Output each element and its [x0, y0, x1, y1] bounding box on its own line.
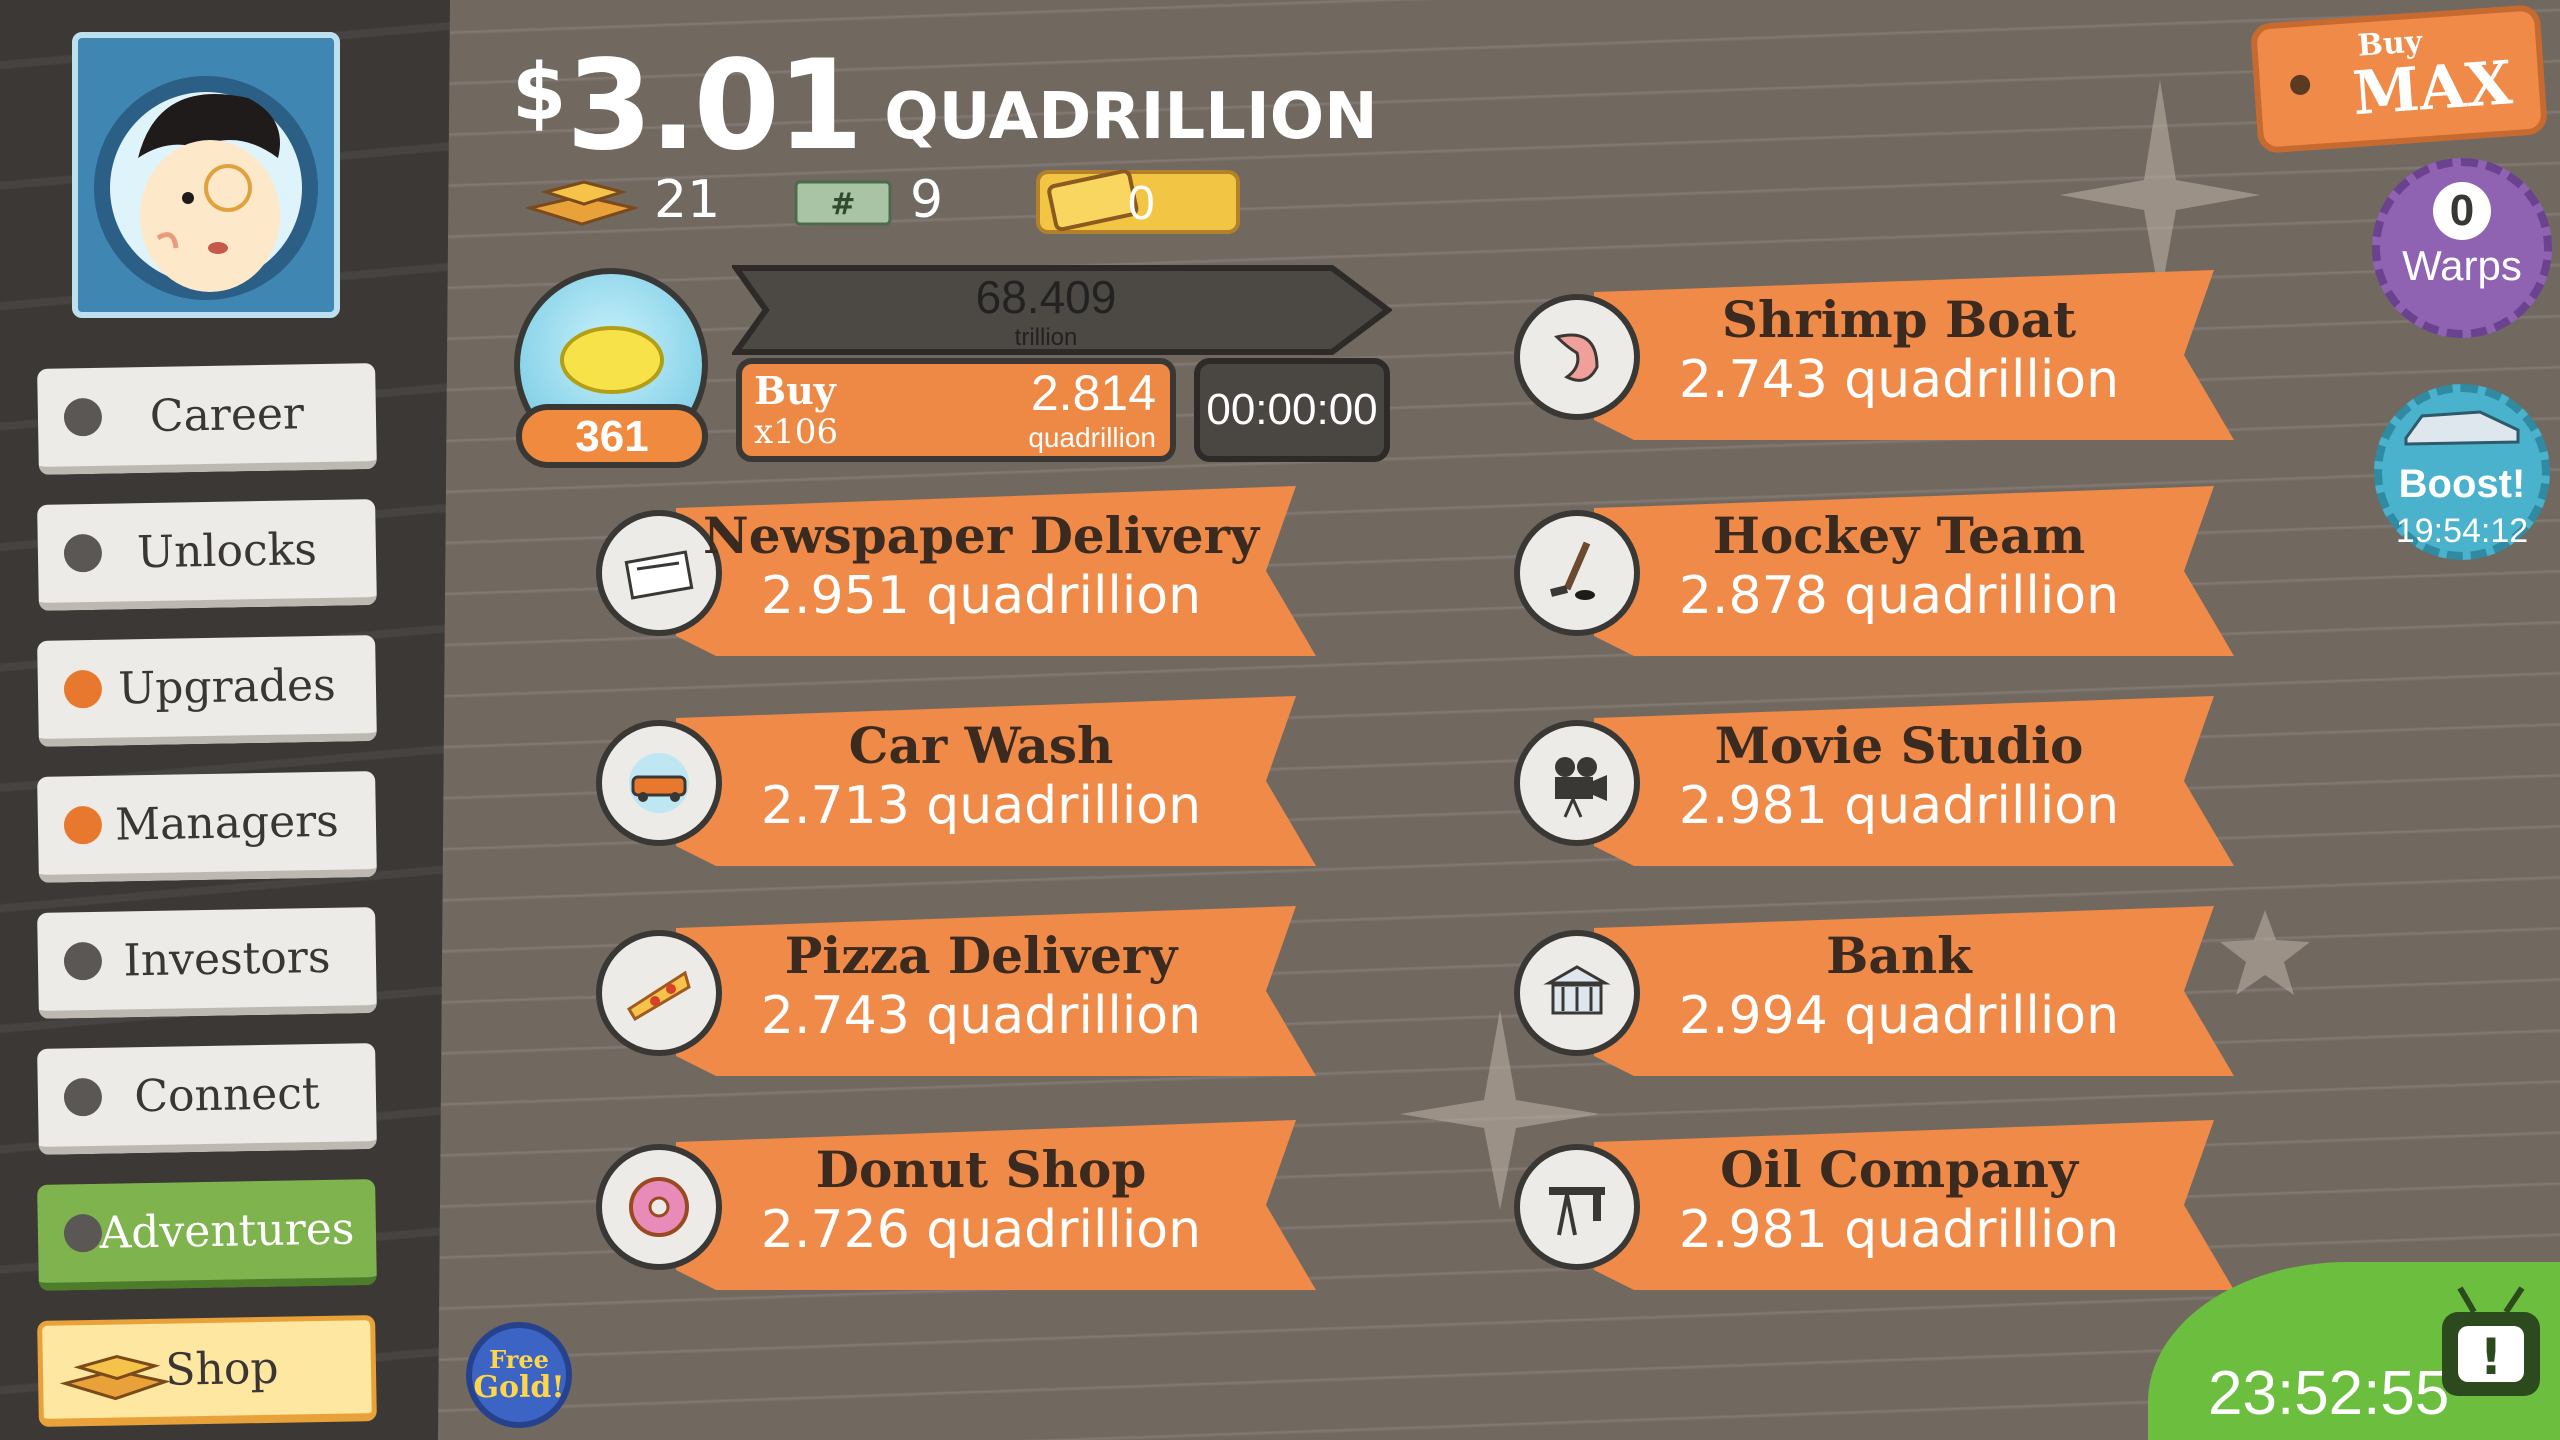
gold-bars-icon [59, 1355, 171, 1401]
buy-max-button[interactable]: Buy MAX [2249, 4, 2549, 154]
business-value: 2.994 quadrillion [1678, 986, 2120, 1046]
money-amount: 3.01 [566, 34, 863, 178]
boost-button[interactable]: Boost! 19:54:12 [2374, 384, 2550, 560]
business-name: Newspaper Delivery [702, 506, 1259, 565]
business-value: 2.726 quadrillion [760, 1200, 1202, 1260]
business-name: Oil Company [1720, 1140, 2078, 1199]
tickets-count: 0 [1128, 177, 1155, 230]
free-gold-line2: Gold! [473, 1370, 565, 1405]
business-name: Hockey Team [1712, 506, 2086, 565]
astronaut-face-icon [94, 76, 318, 300]
svg-text:#: # [830, 187, 855, 222]
nav-upgrades-button[interactable]: Upgrades [37, 635, 377, 747]
nav-career-button[interactable]: Career [37, 363, 377, 475]
car-icon [2404, 410, 2520, 446]
lemon-revenue-value: 68.409 [975, 271, 1117, 323]
gold-icon [526, 180, 638, 226]
player-avatar[interactable] [72, 32, 340, 318]
lemon-revenue-unit: trillion [1014, 324, 1078, 351]
currency-symbol: $ [512, 48, 567, 138]
free-gold-button[interactable]: Free Gold! [466, 1322, 572, 1428]
business-hockey-team[interactable]: Hockey Team 2.878 quadrillion [1514, 486, 2234, 666]
business-value: 2.743 quadrillion [760, 986, 1202, 1046]
tv-timer: 23:52:55 [2208, 1359, 2450, 1428]
business-value: 2.981 quadrillion [1678, 776, 2120, 836]
business-name: Bank [1826, 926, 1972, 985]
lemon-timer: 00:00:00 [1194, 358, 1390, 462]
megabucks-count: 9 [910, 170, 944, 230]
buy-cost-unit: quadrillion [1028, 422, 1156, 453]
business-name: Pizza Delivery [784, 926, 1178, 985]
nav-adventures-button[interactable]: Adventures [37, 1179, 377, 1291]
lemon-owned-count: 361 [516, 404, 708, 468]
buy-label: Buy [754, 368, 836, 413]
business-pizza-delivery[interactable]: Pizza Delivery 2.743 quadrillion [596, 906, 1316, 1086]
nav-managers-button[interactable]: Managers [37, 771, 377, 883]
business-name: Shrimp Boat [1721, 290, 2077, 349]
warps-count: 0 [2433, 182, 2491, 240]
money-display: $3.01 QUADRILLION [512, 34, 1378, 178]
lemon-icon [560, 326, 664, 394]
buy-multiplier: x106 [754, 412, 839, 452]
business-value: 2.951 quadrillion [760, 566, 1202, 626]
megabucks-icon: # [794, 180, 892, 226]
business-value: 2.981 quadrillion [1678, 1200, 2120, 1260]
lemon-buy-button[interactable]: Buy x106 2.814 quadrillion [736, 358, 1176, 462]
tickets-display[interactable]: 0 [1036, 169, 1240, 234]
boost-label: Boost! [2398, 462, 2526, 506]
business-movie-studio[interactable]: Movie Studio 2.981 quadrillion [1514, 696, 2234, 876]
boost-timer: 19:54:12 [2395, 512, 2529, 550]
tv-icon: ! [2442, 1286, 2540, 1396]
business-name: Movie Studio [1714, 716, 2084, 775]
business-oil-company[interactable]: Oil Company 2.981 quadrillion [1514, 1120, 2234, 1300]
business-bank[interactable]: Bank 2.994 quadrillion [1514, 906, 2234, 1086]
business-newspaper-delivery[interactable]: Newspaper Delivery 2.951 quadrillion [596, 486, 1316, 666]
buy-cost: 2.814 [1030, 365, 1156, 421]
warps-button[interactable]: 0 Warps [2372, 158, 2552, 338]
business-name: Donut Shop [815, 1140, 1147, 1199]
business-donut-shop[interactable]: Donut Shop 2.726 quadrillion [596, 1120, 1316, 1300]
nav-unlocks-button[interactable]: Unlocks [37, 499, 377, 611]
business-name: Car Wash [848, 716, 1114, 775]
business-value: 2.713 quadrillion [760, 776, 1202, 836]
nav-connect-button[interactable]: Connect [37, 1043, 377, 1155]
star-decoration [2060, 80, 2260, 300]
business-value: 2.743 quadrillion [1678, 350, 2120, 410]
buy-max-label: MAX [2350, 48, 2515, 130]
business-car-wash[interactable]: Car Wash 2.713 quadrillion [596, 696, 1316, 876]
gold-count: 21 [654, 170, 721, 230]
money-unit: QUADRILLION [884, 80, 1378, 154]
svg-text:!: ! [2480, 1328, 2503, 1386]
warps-label: Warps [2402, 242, 2522, 289]
buy-max-hole [2289, 74, 2311, 96]
business-value: 2.878 quadrillion [1678, 566, 2120, 626]
nav-investors-button[interactable]: Investors [37, 907, 377, 1019]
business-shrimp-boat[interactable]: Shrimp Boat 2.743 quadrillion [1514, 270, 2234, 450]
nav-shop-button[interactable]: Shop [37, 1315, 377, 1427]
